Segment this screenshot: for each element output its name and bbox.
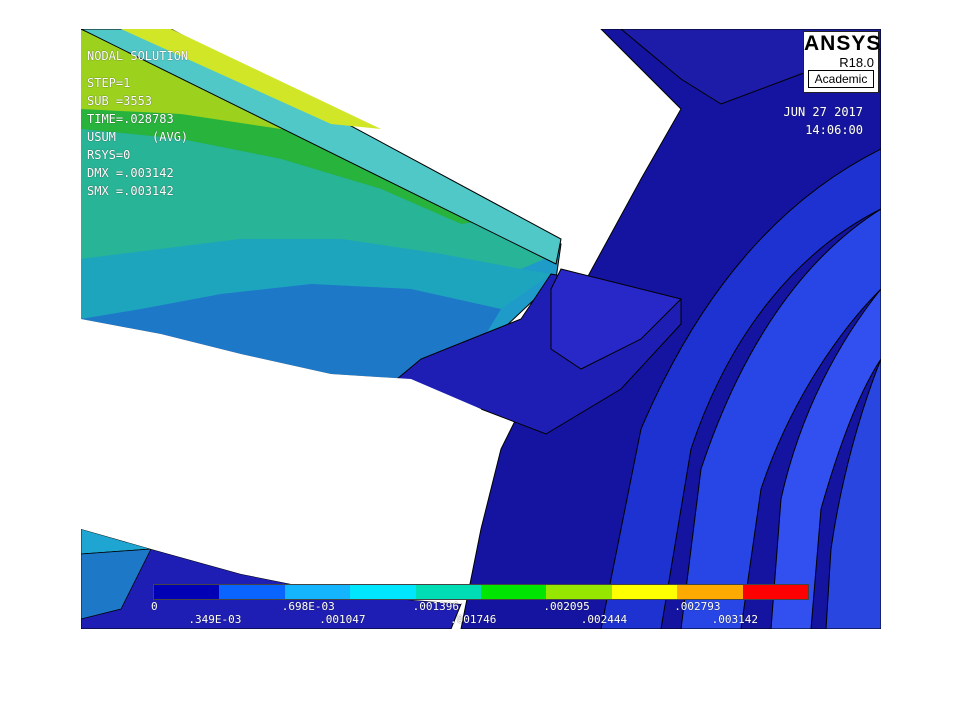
title-line-7: DMX =.003142 [87,166,174,180]
legend-swatch [219,585,285,599]
legend-swatch [546,585,612,599]
legend-top-label: .002095 [543,600,590,613]
legend-swatch [742,585,809,599]
legend-top-label: .001396 [412,600,459,613]
contour-legend [153,584,809,600]
legend-swatch [415,585,482,599]
legend-top-label: .002793 [674,600,721,613]
legend-swatch [350,585,416,599]
ansys-logo: ANSYS R18.0 Academic [803,31,881,93]
title-line-1: NODAL SOLUTION [87,49,189,63]
fea-model-view[interactable] [81,29,881,629]
title-line-4: TIME=.028783 [87,112,174,126]
legend-swatch [284,585,351,599]
legend-swatch [677,585,743,599]
logo-brand: ANSYS [804,32,881,55]
graphics-viewport[interactable]: NODAL SOLUTION STEP=1 SUB =3553 TIME=.02… [81,29,881,629]
date-stamp: JUN 27 2017 [783,105,863,119]
legend-bottom-label: .001047 [319,613,366,626]
title-line-6: RSYS=0 [87,148,131,162]
legend-swatch [481,585,547,599]
logo-edition: Academic [808,70,874,88]
logo-version: R18.0 [839,55,874,70]
title-line-8: SMX =.003142 [87,184,174,198]
legend-bottom-label: .349E-03 [188,613,242,626]
title-line-5: USUM (AVG) [87,130,189,144]
legend-top-label: .698E-03 [281,600,335,613]
legend-top-label: 0 [151,600,158,613]
title-line-2: STEP=1 [87,76,131,90]
legend-bottom-label: .002444 [580,613,628,626]
legend-swatch [154,585,220,599]
legend-bottom-label: .003142 [711,613,758,626]
legend-bottom-label: .001746 [450,613,497,626]
legend-swatch [611,585,678,599]
time-stamp: 14:06:00 [805,123,863,137]
title-line-3: SUB =3553 [87,94,153,108]
